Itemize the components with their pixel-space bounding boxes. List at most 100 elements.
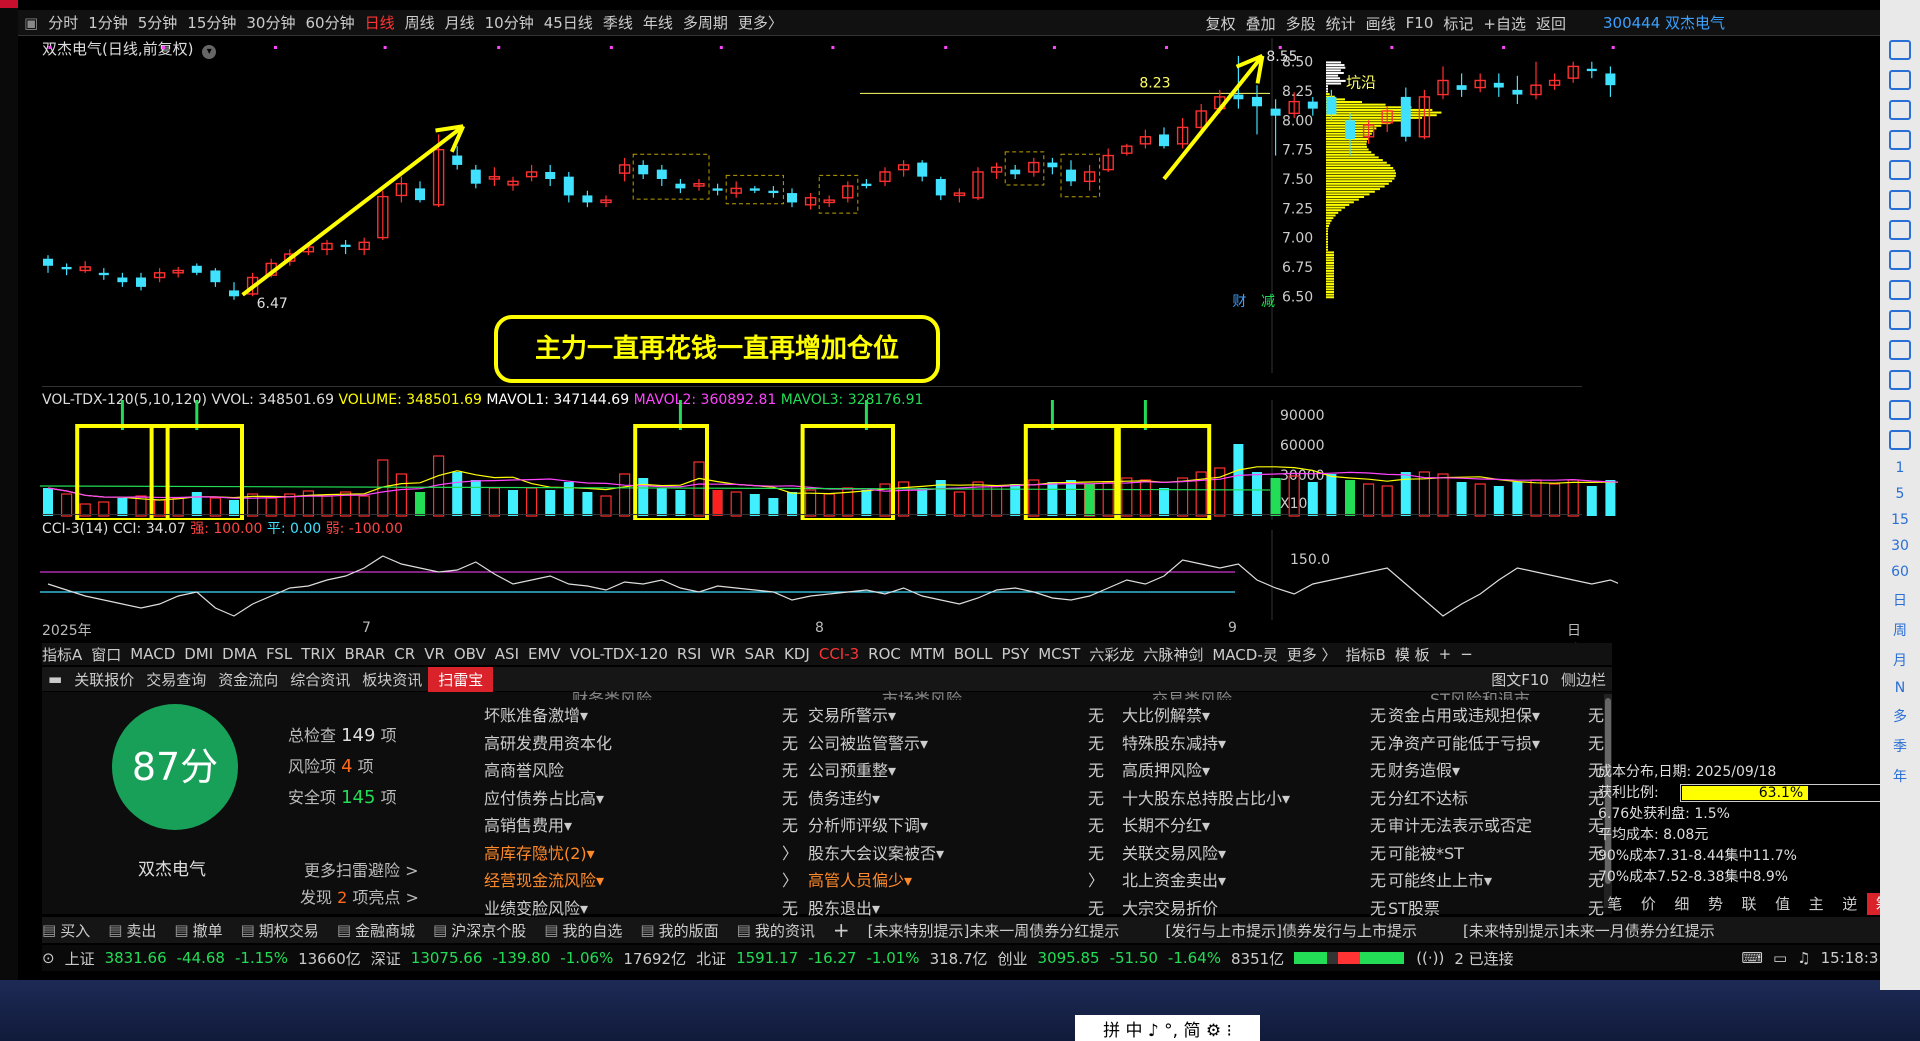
highlights-link[interactable]: 发现 2 项亮点 > <box>300 884 419 908</box>
tool-icon[interactable] <box>1889 40 1911 60</box>
period-14[interactable]: 更多〉 <box>738 12 783 33</box>
risk-row[interactable]: 高库存隐忧(2)▾ 〉 <box>484 840 798 868</box>
period-8[interactable]: 月线 <box>445 12 475 33</box>
right-period-5[interactable]: 日 <box>1893 590 1907 610</box>
trade-7[interactable]: 我的版面 <box>659 920 719 941</box>
side-tab-7[interactable]: 逆 <box>1833 893 1867 915</box>
tool-icon[interactable] <box>1889 220 1911 240</box>
tool-6[interactable]: 标记 <box>1443 13 1473 34</box>
trade-6[interactable]: 我的自选 <box>562 920 622 941</box>
window-icon[interactable]: ▣ <box>24 14 38 32</box>
risk-row[interactable]: 审计无法表示或否定无 <box>1388 812 1604 840</box>
tool-icon[interactable] <box>1889 280 1911 300</box>
tool-icon[interactable] <box>1889 340 1911 360</box>
indicator-5[interactable]: FSL <box>266 645 292 663</box>
right-period-2[interactable]: 15 <box>1891 512 1909 528</box>
tool-0[interactable]: 复权 <box>1206 13 1236 34</box>
period-5[interactable]: 60分钟 <box>305 12 354 33</box>
side-tab-2[interactable]: 细 <box>1665 893 1699 915</box>
right-period-10[interactable]: 季 <box>1893 736 1907 756</box>
ticker-1[interactable]: [发行与上市提示]债券发行与上市提示 <box>1165 920 1417 941</box>
more-scan-link[interactable]: 更多扫雷避险 > <box>304 857 419 881</box>
indicator-9[interactable]: VR <box>424 645 445 663</box>
bell-icon[interactable]: ♫ <box>1797 949 1810 967</box>
tab-1[interactable]: 交易查询 <box>140 669 212 690</box>
ticker-0[interactable]: [未来特别提示]未来一周债券分红提示 <box>868 920 1120 941</box>
cci-chart[interactable]: 150.0 <box>40 530 1618 620</box>
tool-icon[interactable] <box>1889 160 1911 180</box>
indicator-18[interactable]: CCI-3 <box>819 645 859 663</box>
indicator-17[interactable]: KDJ <box>784 645 810 663</box>
risk-row[interactable]: 净资产可能低于亏损▾ 无 <box>1388 730 1604 758</box>
indicator-6[interactable]: TRIX <box>301 645 335 663</box>
tool-icon[interactable] <box>1889 130 1911 150</box>
tool-7[interactable]: +自选 <box>1483 13 1526 34</box>
indicator-16[interactable]: SAR <box>745 645 775 663</box>
monitor-icon[interactable]: ▭ <box>1773 949 1787 967</box>
risk-row[interactable]: 可能被*ST 无 <box>1388 840 1604 868</box>
tool-2[interactable]: 多股 <box>1286 13 1316 34</box>
panel-icon[interactable]: ▬ <box>42 670 68 688</box>
right-period-9[interactable]: 多 <box>1893 706 1907 726</box>
indicator-3[interactable]: DMI <box>184 645 213 663</box>
indicator-20[interactable]: MTM <box>910 645 945 663</box>
side-tab-3[interactable]: 势 <box>1699 893 1733 915</box>
risk-row[interactable]: 大比例解禁▾ 无 <box>1122 702 1386 730</box>
indicator-26[interactable]: MACD-灵 <box>1212 644 1277 665</box>
risk-row[interactable]: 资金占用或违规担保▾ 无 <box>1388 702 1604 730</box>
risk-row[interactable]: 财务造假▾ 无 <box>1388 757 1604 785</box>
risk-row[interactable]: 十大股东总持股占比小▾ 无 <box>1122 785 1386 813</box>
tab-0[interactable]: 关联报价 <box>68 669 140 690</box>
indicator-27[interactable]: 更多 〉 <box>1287 644 1337 665</box>
period-3[interactable]: 15分钟 <box>187 12 236 33</box>
right-period-8[interactable]: N <box>1895 680 1905 696</box>
indicator-24[interactable]: 六彩龙 <box>1089 644 1134 665</box>
trade-0[interactable]: 买入 <box>60 920 90 941</box>
indicator-22[interactable]: PSY <box>1001 645 1029 663</box>
trade-4[interactable]: 金融商城 <box>355 920 415 941</box>
tool-5[interactable]: F10 <box>1406 14 1434 32</box>
risk-row[interactable]: 应付债券占比高▾ 无 <box>484 785 798 813</box>
risk-row[interactable]: 交易所警示▾ 无 <box>808 702 1104 730</box>
tool-icon[interactable] <box>1889 400 1911 420</box>
tool-8[interactable]: 返回 <box>1536 13 1566 34</box>
risk-row[interactable]: 坏账准备激增▾ 无 <box>484 702 798 730</box>
period-1[interactable]: 1分钟 <box>88 12 128 33</box>
indicator-13[interactable]: VOL-TDX-120 <box>570 645 668 663</box>
tool-icon[interactable] <box>1889 190 1911 210</box>
trade-1[interactable]: 卖出 <box>126 920 156 941</box>
indicator-4[interactable]: DMA <box>222 645 257 663</box>
risk-row[interactable]: 高商誉风险无 <box>484 757 798 785</box>
trade-8[interactable]: 我的资讯 <box>755 920 815 941</box>
period-6[interactable]: 日线 <box>365 12 395 33</box>
indicator-0[interactable]: 指标A <box>42 644 82 665</box>
trade-2[interactable]: 撤单 <box>193 920 223 941</box>
right-period-11[interactable]: 年 <box>1893 766 1907 786</box>
tool-icon[interactable] <box>1889 250 1911 270</box>
indicator-23[interactable]: MCST <box>1038 645 1080 663</box>
indicator-21[interactable]: BOLL <box>954 645 993 663</box>
risk-row[interactable]: 高销售费用▾ 无 <box>484 812 798 840</box>
indicator-15[interactable]: WR <box>710 645 735 663</box>
tool-icon[interactable] <box>1889 100 1911 120</box>
tool-3[interactable]: 统计 <box>1326 13 1356 34</box>
volume-chart[interactable]: 90000 60000 30000 X10 <box>40 400 1618 520</box>
right-period-1[interactable]: 5 <box>1896 486 1905 502</box>
indicator-1[interactable]: 窗口 <box>91 644 121 665</box>
indicator-31[interactable]: − <box>1460 645 1473 663</box>
period-4[interactable]: 30分钟 <box>246 12 295 33</box>
risk-row[interactable]: 特殊股东减持▾ 无 <box>1122 730 1386 758</box>
tool-icon[interactable] <box>1889 370 1911 390</box>
risk-row[interactable]: 分红不达标无 <box>1388 785 1604 813</box>
period-11[interactable]: 季线 <box>603 12 633 33</box>
period-9[interactable]: 10分钟 <box>485 12 534 33</box>
tool-icon[interactable] <box>1889 430 1911 450</box>
indicator-14[interactable]: RSI <box>677 645 701 663</box>
risk-row[interactable]: 高管人员偏少▾ 〉 <box>808 867 1104 895</box>
add-icon[interactable]: + <box>833 918 850 942</box>
risk-row[interactable]: 经营现金流风险▾ 〉 <box>484 867 798 895</box>
side-tab-5[interactable]: 值 <box>1766 893 1800 915</box>
risk-row[interactable]: 公司被监管警示▾ 无 <box>808 730 1104 758</box>
tab-4[interactable]: 板块资讯 <box>356 669 428 690</box>
risk-row[interactable]: 北上资金卖出▾ 无 <box>1122 867 1386 895</box>
